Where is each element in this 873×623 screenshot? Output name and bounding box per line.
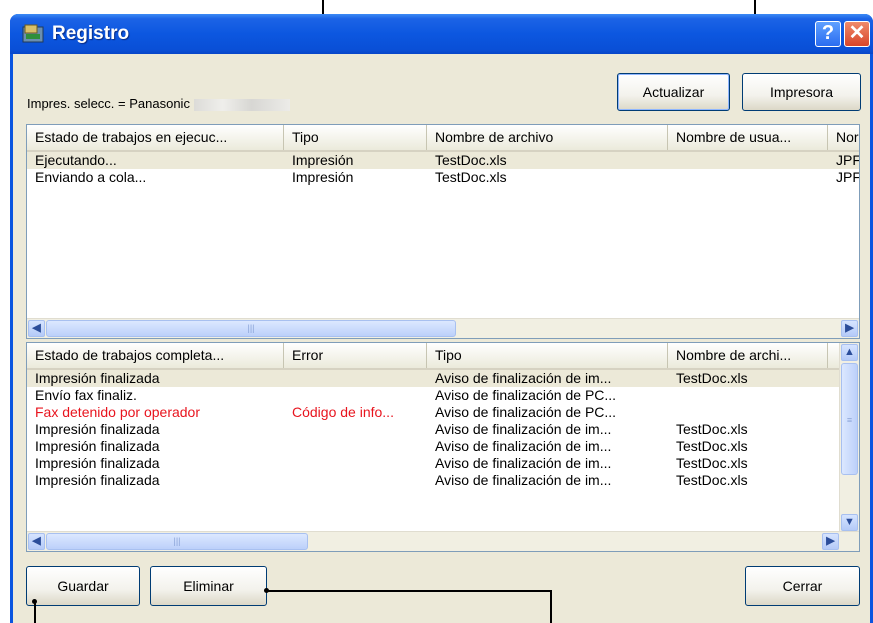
scroll-thumb[interactable]: |||	[46, 320, 456, 337]
row-status: Enviando a cola...	[35, 169, 147, 185]
printer-model-redacted	[193, 98, 290, 111]
table-row[interactable]: Enviando a cola... Impresión TestDoc.xls…	[27, 169, 859, 186]
arrow-left-icon[interactable]: ◀	[28, 533, 45, 550]
running-horizontal-scrollbar[interactable]: ◀ ||| ▶	[27, 318, 859, 338]
row-type: Aviso de finalización de im...	[435, 472, 612, 488]
update-button[interactable]: Actualizar	[617, 73, 730, 111]
row-type: Aviso de finalización de PC...	[435, 387, 617, 403]
printer-button[interactable]: Impresora	[742, 73, 861, 111]
row-status: Impresión finalizada	[35, 438, 160, 454]
row-status: Impresión finalizada	[35, 370, 160, 386]
close-button[interactable]: Cerrar	[745, 566, 860, 606]
row-status: Fax detenido por operador	[35, 404, 200, 420]
column-header-running-status[interactable]: Estado de trabajos en ejecuc...	[27, 125, 284, 150]
table-row[interactable]: Impresión finalizada Aviso de finalizaci…	[27, 421, 840, 438]
save-button[interactable]: Guardar	[26, 566, 140, 606]
app-icon	[22, 24, 44, 43]
update-button-label: Actualizar	[642, 84, 705, 100]
delete-button[interactable]: Eliminar	[150, 566, 267, 606]
row-type: Impresión	[292, 152, 354, 168]
row-type: Impresión	[292, 169, 354, 185]
table-row[interactable]: Impresión finalizada Aviso de finalizaci…	[27, 370, 840, 387]
running-jobs-list[interactable]: Estado de trabajos en ejecuc... Tipo Nom…	[26, 124, 860, 339]
column-header-username[interactable]: Nombre de usua...	[668, 125, 828, 150]
row-status: Envío fax finaliz.	[35, 387, 137, 403]
row-type: Aviso de finalización de im...	[435, 438, 612, 454]
delete-button-label: Eliminar	[183, 578, 234, 594]
table-row[interactable]: Ejecutando... Impresión TestDoc.xls JPF	[27, 152, 859, 169]
row-error: Código de info...	[292, 404, 394, 420]
row-status: Impresión finalizada	[35, 421, 160, 437]
window-title: Registro	[52, 23, 130, 44]
table-row[interactable]: Fax detenido por operador Código de info…	[27, 404, 840, 421]
callout-line	[550, 590, 552, 623]
column-header-type[interactable]: Tipo	[427, 343, 668, 368]
table-row[interactable]: Impresión finalizada Aviso de finalizaci…	[27, 438, 840, 455]
row-filename: TestDoc.xls	[676, 455, 748, 471]
column-header-completed-status[interactable]: Estado de trabajos completa...	[27, 343, 284, 368]
row-filename: TestDoc.xls	[676, 438, 748, 454]
row-status: Impresión finalizada	[35, 472, 160, 488]
row-type: Aviso de finalización de im...	[435, 455, 612, 471]
dialog-body: Actualizar Impresora Impres. selecc. = P…	[13, 54, 870, 623]
row-status: Impresión finalizada	[35, 455, 160, 471]
column-header-filename[interactable]: Nombre de archi...	[668, 343, 828, 368]
row-type: Aviso de finalización de im...	[435, 421, 612, 437]
completed-jobs-header: Estado de trabajos completa... Error Tip…	[27, 343, 840, 370]
help-button[interactable]: ?	[815, 21, 841, 47]
row-type: Aviso de finalización de PC...	[435, 404, 617, 420]
row-filename: TestDoc.xls	[435, 169, 507, 185]
arrow-left-icon[interactable]: ◀	[28, 320, 45, 337]
registro-window: Registro ? ✕ Actualizar Impresora Impres…	[10, 14, 873, 623]
row-filename: TestDoc.xls	[676, 421, 748, 437]
arrow-up-icon[interactable]: ▲	[841, 344, 858, 361]
row-name: JPF	[836, 152, 860, 168]
table-row[interactable]: Impresión finalizada Aviso de finalizaci…	[27, 472, 840, 489]
completed-vertical-scrollbar[interactable]: ▲ ≡ ▼	[839, 343, 859, 532]
callout-line	[34, 601, 36, 623]
title-bar[interactable]: Registro ? ✕	[10, 14, 873, 54]
completed-jobs-list[interactable]: Estado de trabajos completa... Error Tip…	[26, 342, 860, 552]
printer-button-label: Impresora	[769, 84, 834, 100]
selected-printer-text: Impres. selecc. = Panasonic	[27, 96, 190, 111]
table-row[interactable]: Envío fax finaliz. Aviso de finalización…	[27, 387, 840, 404]
arrow-right-icon[interactable]: ▶	[841, 320, 858, 337]
running-jobs-header: Estado de trabajos en ejecuc... Tipo Nom…	[27, 125, 859, 152]
table-row[interactable]: Impresión finalizada Aviso de finalizaci…	[27, 455, 840, 472]
column-header-type[interactable]: Tipo	[284, 125, 427, 150]
close-button-label: Cerrar	[782, 578, 823, 594]
arrow-down-icon[interactable]: ▼	[841, 514, 858, 531]
completed-horizontal-scrollbar[interactable]: ◀ ||| ▶	[27, 531, 859, 551]
save-button-label: Guardar	[57, 578, 109, 594]
row-filename: TestDoc.xls	[676, 370, 748, 386]
callout-line	[266, 590, 552, 592]
column-header-filename[interactable]: Nombre de archivo	[427, 125, 668, 150]
row-status: Ejecutando...	[35, 152, 117, 168]
selected-printer-label: Impres. selecc. = Panasonic	[27, 96, 290, 111]
scroll-thumb[interactable]: ≡	[841, 363, 858, 475]
column-header-error[interactable]: Error	[284, 343, 427, 368]
row-filename: TestDoc.xls	[676, 472, 748, 488]
arrow-right-icon[interactable]: ▶	[822, 533, 839, 550]
scroll-thumb[interactable]: |||	[46, 533, 308, 550]
row-name: JPF	[836, 169, 860, 185]
column-header-name[interactable]: Nor	[828, 125, 859, 150]
row-filename: TestDoc.xls	[435, 152, 507, 168]
close-window-button[interactable]: ✕	[844, 21, 870, 47]
row-type: Aviso de finalización de im...	[435, 370, 612, 386]
